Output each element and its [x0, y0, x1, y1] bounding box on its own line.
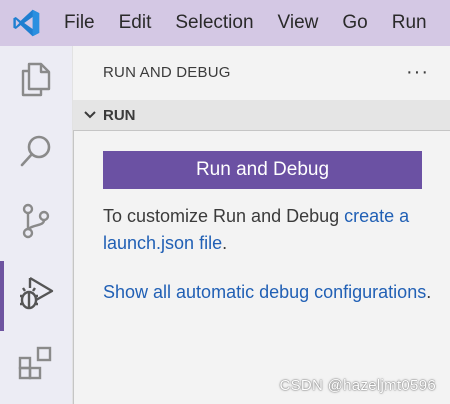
files-icon [19, 61, 53, 102]
vscode-logo-icon [0, 0, 52, 46]
sidebar-title: RUN AND DEBUG [103, 63, 231, 81]
customize-text-suffix: . [222, 233, 228, 253]
explorer-button[interactable] [0, 46, 72, 116]
customize-text-prefix: To customize Run and Debug [103, 206, 345, 226]
auto-debug-text: Show all automatic debug configurations. [103, 279, 433, 306]
source-control-icon [19, 202, 53, 245]
chevron-down-icon [81, 106, 99, 124]
menu-file[interactable]: File [52, 0, 107, 46]
run-debug-icon [16, 272, 56, 317]
run-debug-sidebar: RUN AND DEBUG ··· RUN Run and Debug To c… [72, 46, 450, 404]
menu-run[interactable]: Run [380, 0, 439, 46]
menu-go[interactable]: Go [330, 0, 379, 46]
menu-selection[interactable]: Selection [163, 0, 265, 46]
run-section-body: Run and Debug To customize Run and Debug… [73, 130, 450, 404]
search-icon [18, 133, 54, 174]
show-auto-debug-link[interactable]: Show all automatic debug configurations [103, 282, 426, 302]
menu-view[interactable]: View [266, 0, 331, 46]
title-bar: File Edit Selection View Go Run [0, 0, 450, 46]
watermark: CSDN @hazeljmt0596 [279, 377, 436, 394]
customize-text: To customize Run and Debug create a laun… [103, 203, 433, 257]
search-button[interactable] [0, 118, 72, 188]
run-debug-button[interactable] [0, 259, 72, 331]
run-section-header[interactable]: RUN [73, 100, 450, 130]
section-title: RUN [103, 106, 136, 124]
auto-debug-text-suffix: . [426, 282, 432, 302]
more-actions-icon[interactable]: ··· [406, 62, 429, 82]
sidebar-header: RUN AND DEBUG ··· [73, 46, 450, 98]
run-and-debug-button[interactable]: Run and Debug [103, 151, 422, 189]
source-control-button[interactable] [0, 188, 72, 258]
menu-edit[interactable]: Edit [107, 0, 164, 46]
extensions-button[interactable] [0, 330, 72, 400]
extensions-icon [17, 344, 55, 387]
menu: File Edit Selection View Go Run [52, 0, 439, 46]
activity-bar [0, 46, 72, 404]
